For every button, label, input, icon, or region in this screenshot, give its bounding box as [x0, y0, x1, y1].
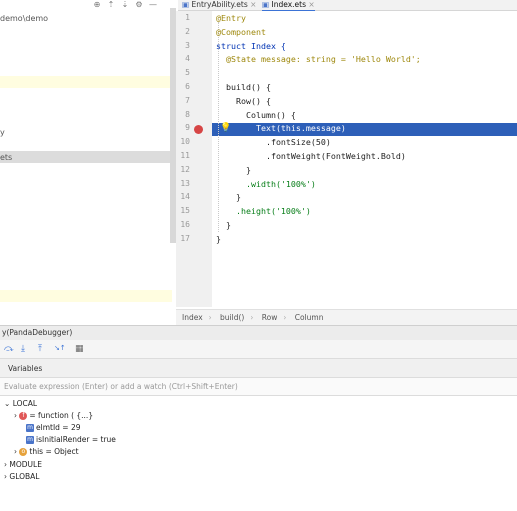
- chevron-right-icon: ›: [14, 447, 17, 456]
- line-number: 6: [185, 82, 190, 91]
- tree-item-this[interactable]: › o this = Object: [14, 447, 79, 456]
- code-line[interactable]: Text(this.message): [216, 122, 346, 134]
- code-line[interactable]: }: [216, 164, 251, 176]
- line-number: 9: [185, 123, 190, 133]
- project-selected-row[interactable]: [0, 151, 172, 163]
- evaluate-placeholder: Evaluate expression (Enter) or add a wat…: [4, 382, 238, 391]
- line-number: 4: [185, 54, 190, 64]
- variables-label: Variables: [8, 364, 43, 373]
- line-number: 15: [180, 206, 190, 216]
- tree-node-local[interactable]: ⌄ LOCAL: [4, 399, 37, 408]
- breadcrumb-item[interactable]: Row: [262, 313, 278, 322]
- line-number: 10: [180, 137, 190, 147]
- chevron-right-icon: ›: [4, 460, 7, 469]
- line-number: 17: [180, 233, 190, 243]
- code-line[interactable]: .width('100%'): [216, 178, 316, 190]
- line-number: 12: [180, 164, 190, 174]
- target-icon[interactable]: ⊕: [90, 0, 104, 9]
- tree-item-isinitialrender[interactable]: m isInitialRender = true: [26, 435, 116, 444]
- line-number: 7: [185, 95, 190, 105]
- function-icon: f: [19, 412, 28, 420]
- step-out-icon[interactable]: ⤒: [38, 344, 42, 354]
- debugger-title-bar: y(PandaDebugger): [0, 325, 517, 340]
- breadcrumb-item[interactable]: build(): [220, 313, 244, 322]
- line-number: 14: [180, 192, 190, 202]
- step-over-icon[interactable]: ⤼: [4, 344, 14, 354]
- expand-icon[interactable]: ⇣: [118, 0, 132, 9]
- code-line[interactable]: .fontWeight(FontWeight.Bold): [216, 150, 406, 162]
- line-number: 8: [185, 109, 190, 119]
- line-number: 3: [185, 40, 190, 50]
- code-line[interactable]: @Entry: [216, 12, 246, 24]
- debugger-title[interactable]: y(PandaDebugger): [2, 328, 72, 337]
- breadcrumb-item[interactable]: Column: [295, 313, 324, 322]
- line-number: 13: [180, 178, 190, 188]
- code-line[interactable]: @Component: [216, 26, 266, 38]
- project-item[interactable]: y: [0, 128, 5, 137]
- tree-item-function[interactable]: › f = function ( {...}: [14, 411, 93, 420]
- chevron-down-icon: ⌄: [4, 399, 11, 408]
- code-line[interactable]: @State message: string = 'Hello World';: [216, 53, 421, 65]
- project-panel: demo\demo y ets: [0, 0, 172, 324]
- code-line[interactable]: }: [216, 233, 221, 245]
- tree-node-module[interactable]: › MODULE: [4, 460, 42, 469]
- code-line[interactable]: .fontSize(50): [216, 136, 331, 148]
- line-number: 5: [185, 68, 190, 78]
- chevron-right-icon: ›: [4, 472, 7, 481]
- evaluate-icon[interactable]: ▦: [75, 344, 84, 354]
- breadcrumb: Index › build() › Row › Column: [176, 309, 517, 325]
- code-line[interactable]: Row() {: [216, 95, 271, 107]
- line-number: 11: [180, 151, 190, 160]
- collapse-icon[interactable]: ⇡: [104, 0, 118, 9]
- project-selected-item[interactable]: ets: [0, 153, 12, 162]
- close-icon: ×: [250, 0, 257, 9]
- code-line[interactable]: }: [216, 191, 241, 203]
- breadcrumb-item[interactable]: Index: [182, 313, 203, 322]
- object-icon: o: [19, 448, 28, 456]
- code-line[interactable]: Column() {: [216, 109, 296, 121]
- field-icon: m: [26, 424, 34, 432]
- field-icon: m: [26, 436, 34, 444]
- line-number: 1: [185, 13, 190, 22]
- code-line[interactable]: struct Index {: [216, 40, 286, 52]
- editor-tabs: ▣ EntryAbility.ets × ▣ Index.ets ×: [178, 0, 517, 12]
- line-number: 2: [185, 26, 190, 36]
- project-highlight-row-2[interactable]: [0, 290, 172, 302]
- evaluate-input[interactable]: Evaluate expression (Enter) or add a wat…: [0, 378, 517, 396]
- project-toolbar: ⊕ ⇡ ⇣ ⚙ —: [90, 0, 174, 10]
- run-to-cursor-icon[interactable]: ↘↑: [54, 344, 66, 352]
- gear-icon[interactable]: ⚙: [132, 0, 146, 9]
- tab-entryability[interactable]: ▣ EntryAbility.ets ×: [182, 0, 256, 10]
- minimize-icon[interactable]: —: [146, 0, 160, 9]
- close-icon: ×: [308, 0, 315, 9]
- variables-header: Variables: [0, 359, 517, 378]
- breakpoint-icon[interactable]: [194, 125, 203, 134]
- tree-item-elmtid[interactable]: m elmtId = 29: [26, 423, 81, 432]
- project-highlight-row[interactable]: [0, 76, 172, 88]
- tree-node-global[interactable]: › GLOBAL: [4, 472, 39, 481]
- project-path[interactable]: demo\demo: [0, 14, 48, 23]
- line-number: 16: [180, 220, 190, 229]
- code-line[interactable]: }: [216, 219, 231, 231]
- chevron-right-icon: ›: [14, 411, 17, 420]
- step-into-icon[interactable]: ⤓: [21, 344, 25, 354]
- code-line[interactable]: build() {: [216, 81, 271, 93]
- code-line[interactable]: .height('100%'): [216, 205, 311, 217]
